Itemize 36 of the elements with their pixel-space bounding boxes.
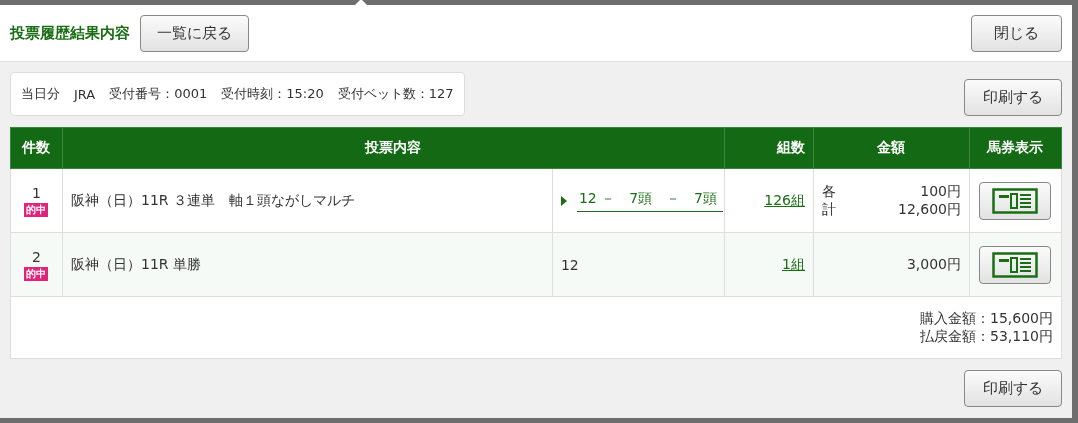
close-button[interactable]: 閉じる xyxy=(971,14,1062,52)
column-header: 金額 xyxy=(813,127,970,169)
info-text: 当日分 xyxy=(21,85,60,103)
amount-value: 3,000円 xyxy=(906,255,961,274)
bet-description: 阪神（日）11R ３連単 軸１頭ながしマルチ xyxy=(71,191,355,208)
total-text: 購入金額：15,600円 xyxy=(920,309,1053,328)
print-button[interactable]: 印刷する xyxy=(964,370,1062,407)
ticket-view-button[interactable] xyxy=(979,181,1052,220)
amount-label: 各 xyxy=(822,182,836,201)
selection-text: 12 xyxy=(560,256,579,273)
back-button[interactable]: 一覧に戻る xyxy=(140,14,249,52)
total-text: 払戻金額：53,110円 xyxy=(920,327,1053,346)
column-header: 件数 xyxy=(10,127,63,169)
print-button[interactable]: 印刷する xyxy=(964,79,1062,116)
info-text: 受付時刻：15:20 xyxy=(221,85,324,103)
combinations-link[interactable]: 126組 xyxy=(764,191,805,208)
info-text: 受付ベット数：127 xyxy=(337,85,454,103)
column-header: 組数 xyxy=(724,127,814,169)
info-text: 受付番号：0001 xyxy=(109,85,208,103)
hit-badge: 的中 xyxy=(24,202,49,217)
combinations-link[interactable]: 1組 xyxy=(782,255,805,272)
amount-value: 12,600円 xyxy=(897,200,961,219)
amount-value: 100円 xyxy=(920,182,961,201)
triangle-icon xyxy=(560,195,567,206)
ticket-icon xyxy=(992,187,1039,214)
ticket-view-button[interactable] xyxy=(979,245,1052,284)
row-number: 1 xyxy=(32,184,41,201)
dialog-title: 投票履歴結果内容 xyxy=(10,23,130,43)
bet-description: 阪神（日）11R 単勝 xyxy=(71,255,201,272)
hit-badge: 的中 xyxy=(24,266,49,281)
column-header: 投票内容 xyxy=(62,127,725,169)
ticket-icon xyxy=(992,251,1039,278)
info-text: JRA xyxy=(74,86,96,102)
row-number: 2 xyxy=(32,248,41,265)
amount-label: 計 xyxy=(822,200,836,219)
column-header: 馬券表示 xyxy=(969,127,1062,169)
